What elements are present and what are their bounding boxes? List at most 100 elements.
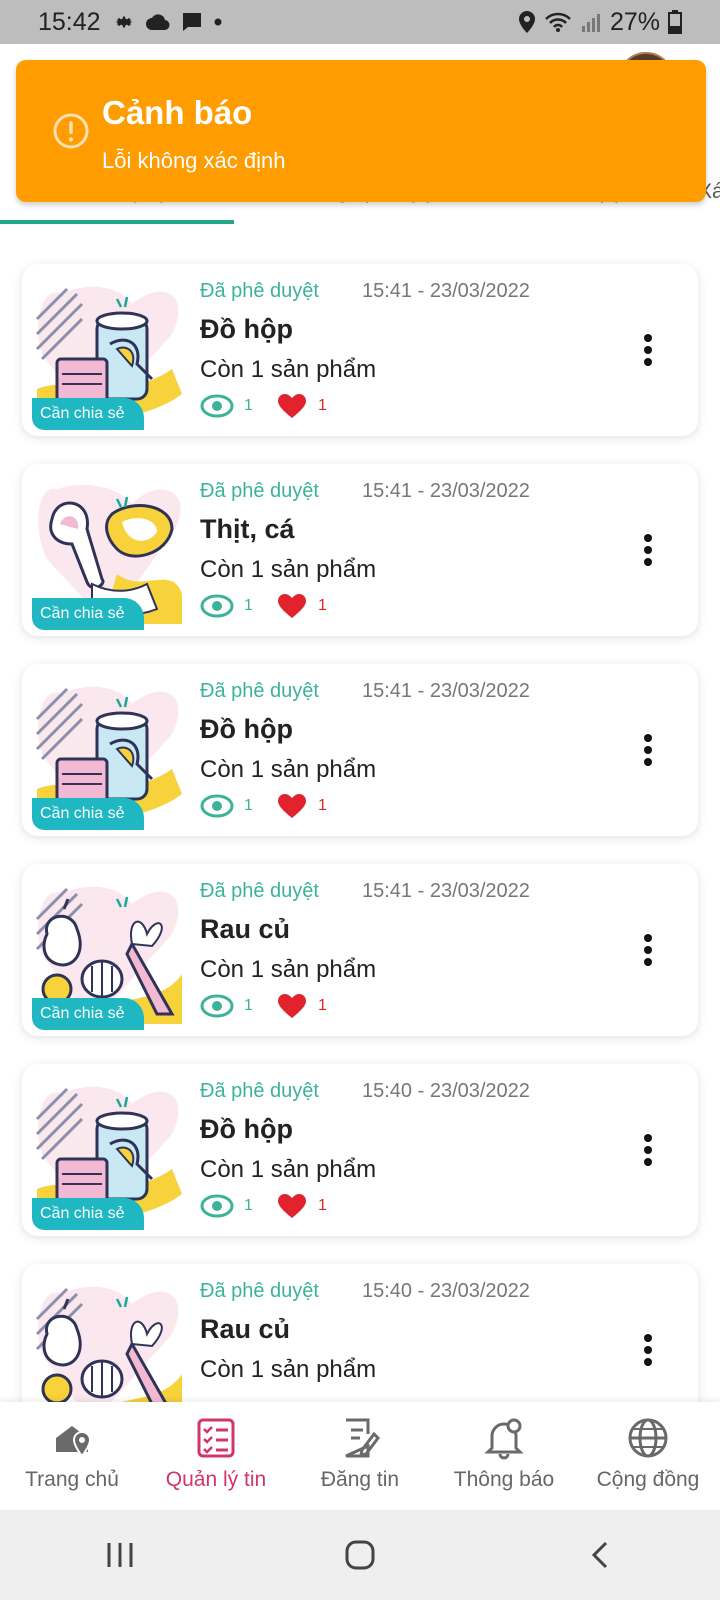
status-bar: 15:42 27% <box>0 0 720 44</box>
post-time: 15:41 - 23/03/2022 <box>362 480 530 502</box>
active-tab-indicator <box>0 220 234 224</box>
post-stats: 1 1 <box>200 792 327 820</box>
like-count: 1 <box>318 397 327 414</box>
like-count: 1 <box>318 597 327 614</box>
eye-icon <box>200 394 234 418</box>
eye-icon <box>200 994 234 1018</box>
view-count: 1 <box>244 797 253 814</box>
post-time: 15:41 - 23/03/2022 <box>362 880 530 902</box>
remaining-count: Còn 1 sản phẩm <box>200 956 377 983</box>
post-title: Đồ hộp <box>200 314 293 344</box>
back-icon[interactable] <box>570 1530 630 1580</box>
screen: 15:42 27% Tôi chia sẻ(10) Tôi cần giúp đ… <box>0 0 720 1600</box>
home-location-icon <box>56 1426 92 1458</box>
more-options-icon[interactable] <box>636 330 660 370</box>
post-stats: 1 1 <box>200 592 327 620</box>
more-options-icon[interactable] <box>636 1130 660 1170</box>
globe-icon <box>628 1418 668 1458</box>
status-left-icons <box>113 11 223 33</box>
eye-icon <box>200 1194 234 1218</box>
more-options-icon[interactable] <box>636 730 660 770</box>
signal-icon <box>581 14 600 32</box>
remaining-count: Còn 1 sản phẩm <box>200 556 377 583</box>
approval-status: Đã phê duyệt <box>200 880 319 902</box>
more-options-icon[interactable] <box>636 1330 660 1370</box>
toast-message: Lỗi không xác định <box>102 148 286 173</box>
nav-notifications-label: Thông báo <box>453 1468 555 1491</box>
post-image-meat-fish: Cần chia sẻ <box>32 474 182 630</box>
heart-icon[interactable] <box>278 594 306 618</box>
battery-percent: 27% <box>609 7 660 36</box>
nav-home[interactable]: Trang chủ <box>0 1402 144 1510</box>
post-title: Rau củ <box>200 1314 291 1344</box>
nav-create-post-label: Đăng tin <box>320 1468 400 1491</box>
remaining-count: Còn 1 sản phẩm <box>200 1356 377 1383</box>
post-title: Thịt, cá <box>200 514 295 544</box>
recent-apps-icon[interactable] <box>90 1530 150 1580</box>
share-badge: Cần chia sẻ <box>32 1198 144 1230</box>
post-card[interactable]: Đã phê duyệt 15:40 - 23/03/2022 Rau củ C… <box>22 1264 698 1402</box>
approval-status: Đã phê duyệt <box>200 1080 319 1102</box>
post-card[interactable]: Cần chia sẻ Đã phê duyệt 15:40 - 23/03/2… <box>22 1064 698 1236</box>
post-card[interactable]: Cần chia sẻ Đã phê duyệt 15:41 - 23/03/2… <box>22 864 698 1036</box>
status-time: 15:42 <box>38 7 101 36</box>
system-navigation-bar <box>0 1510 720 1600</box>
post-card[interactable]: Cần chia sẻ Đã phê duyệt 15:41 - 23/03/2… <box>22 464 698 636</box>
post-stats: 1 1 <box>200 392 327 420</box>
heart-icon[interactable] <box>278 394 306 418</box>
checklist-icon <box>197 1418 235 1458</box>
bottom-navigation: Trang chủ Quản lý tin Đăng tin Thông báo… <box>0 1402 720 1510</box>
nav-manage-posts-label: Quản lý tin <box>165 1468 267 1491</box>
post-card[interactable]: Cần chia sẻ Đã phê duyệt 15:41 - 23/03/2… <box>22 264 698 436</box>
dot-icon <box>214 18 222 26</box>
post-title: Rau củ <box>200 914 291 944</box>
view-count: 1 <box>244 1197 253 1214</box>
cloud-icon <box>145 14 170 31</box>
view-count: 1 <box>244 597 253 614</box>
post-list: Cần chia sẻ Đã phê duyệt 15:41 - 23/03/2… <box>0 242 720 1402</box>
edit-document-icon <box>345 1418 380 1458</box>
view-count: 1 <box>244 997 253 1014</box>
approval-status: Đã phê duyệt <box>200 480 319 502</box>
battery-icon <box>668 10 682 34</box>
like-count: 1 <box>318 1197 327 1214</box>
nav-manage-posts[interactable]: Quản lý tin <box>144 1402 288 1510</box>
post-image-vegetables <box>32 1274 182 1402</box>
home-icon[interactable] <box>330 1530 390 1580</box>
warning-icon <box>53 113 89 149</box>
approval-status: Đã phê duyệt <box>200 280 319 302</box>
nav-create-post[interactable]: Đăng tin <box>288 1402 432 1510</box>
location-icon <box>518 11 535 33</box>
like-count: 1 <box>318 797 327 814</box>
heart-icon[interactable] <box>278 994 306 1018</box>
remaining-count: Còn 1 sản phẩm <box>200 356 377 383</box>
share-badge: Cần chia sẻ <box>32 998 144 1030</box>
post-time: 15:40 - 23/03/2022 <box>362 1280 530 1302</box>
message-icon <box>182 13 201 31</box>
share-badge: Cần chia sẻ <box>32 598 144 630</box>
eye-icon <box>200 594 234 618</box>
nav-notifications[interactable]: Thông báo <box>432 1402 576 1510</box>
heart-icon[interactable] <box>278 1194 306 1218</box>
post-image-canned-food: Cần chia sẻ <box>32 674 182 830</box>
share-badge: Cần chia sẻ <box>32 398 144 430</box>
view-count: 1 <box>244 397 253 414</box>
post-time: 15:40 - 23/03/2022 <box>362 1080 530 1102</box>
toast-title: Cảnh báo <box>102 94 253 131</box>
post-image-canned-food: Cần chia sẻ <box>32 274 182 430</box>
nav-community-label: Cộng đồng <box>596 1468 700 1491</box>
like-count: 1 <box>318 997 327 1014</box>
gear-icon <box>115 16 132 28</box>
more-options-icon[interactable] <box>636 530 660 570</box>
more-options-icon[interactable] <box>636 930 660 970</box>
warning-toast[interactable]: Cảnh báo Lỗi không xác định <box>16 60 706 202</box>
post-time: 15:41 - 23/03/2022 <box>362 280 530 302</box>
status-right: 27% <box>518 8 682 37</box>
approval-status: Đã phê duyệt <box>200 680 319 702</box>
heart-icon[interactable] <box>278 794 306 818</box>
nav-community[interactable]: Cộng đồng <box>576 1402 720 1510</box>
wifi-icon <box>545 12 571 32</box>
post-stats: 1 1 <box>200 992 327 1020</box>
approval-status: Đã phê duyệt <box>200 1280 319 1302</box>
post-card[interactable]: Cần chia sẻ Đã phê duyệt 15:41 - 23/03/2… <box>22 664 698 836</box>
